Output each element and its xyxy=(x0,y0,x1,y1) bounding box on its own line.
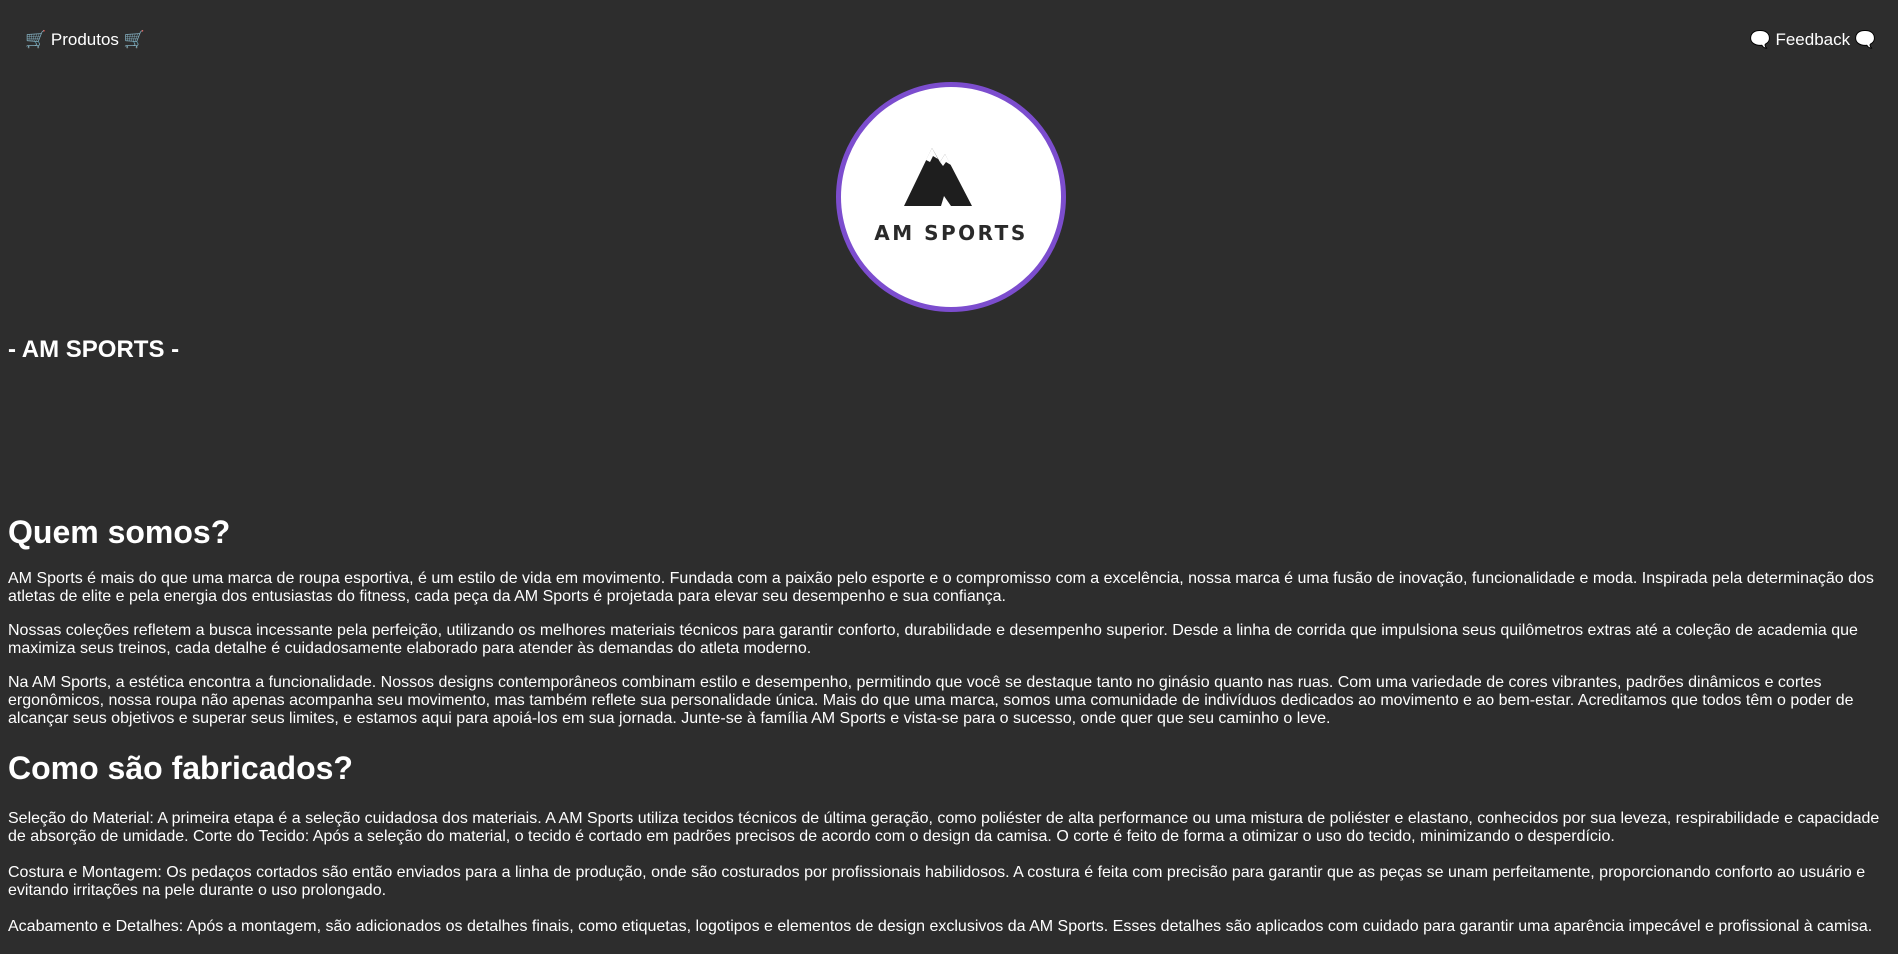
about-paragraph-1: AM Sports é mais do que uma marca de rou… xyxy=(8,570,1874,605)
brand-tagline: - AM SPORTS - xyxy=(8,336,180,363)
manufacturing-paragraph-1: Seleção do Material: A primeira etapa é … xyxy=(8,810,1880,845)
nav-products-link[interactable]: 🛒 Produtos 🛒 xyxy=(25,30,145,50)
about-paragraph-3: Na AM Sports, a estética encontra a func… xyxy=(8,674,1854,727)
logo-text: AM SPORTS xyxy=(874,221,1027,245)
brand-logo: AM SPORTS xyxy=(836,82,1066,312)
nav-feedback-link[interactable]: 🗨️ Feedback 🗨️ xyxy=(1750,30,1876,50)
manufacturing-paragraph-2: Costura e Montagem: Os pedaços cortados … xyxy=(8,864,1866,899)
mountain-logo-icon: AM SPORTS xyxy=(874,148,1027,245)
top-nav: 🛒 Produtos 🛒 🗨️ Feedback 🗨️ xyxy=(0,0,1898,80)
main-content: Quem somos? AM Sports é mais do que uma … xyxy=(8,512,1880,954)
about-paragraph-2: Nossas coleções refletem a busca incessa… xyxy=(8,622,1858,657)
about-heading: Quem somos? xyxy=(8,514,231,550)
manufacturing-heading: Como são fabricados? xyxy=(8,750,353,786)
manufacturing-paragraph-3: Acabamento e Detalhes: Após a montagem, … xyxy=(8,918,1873,935)
